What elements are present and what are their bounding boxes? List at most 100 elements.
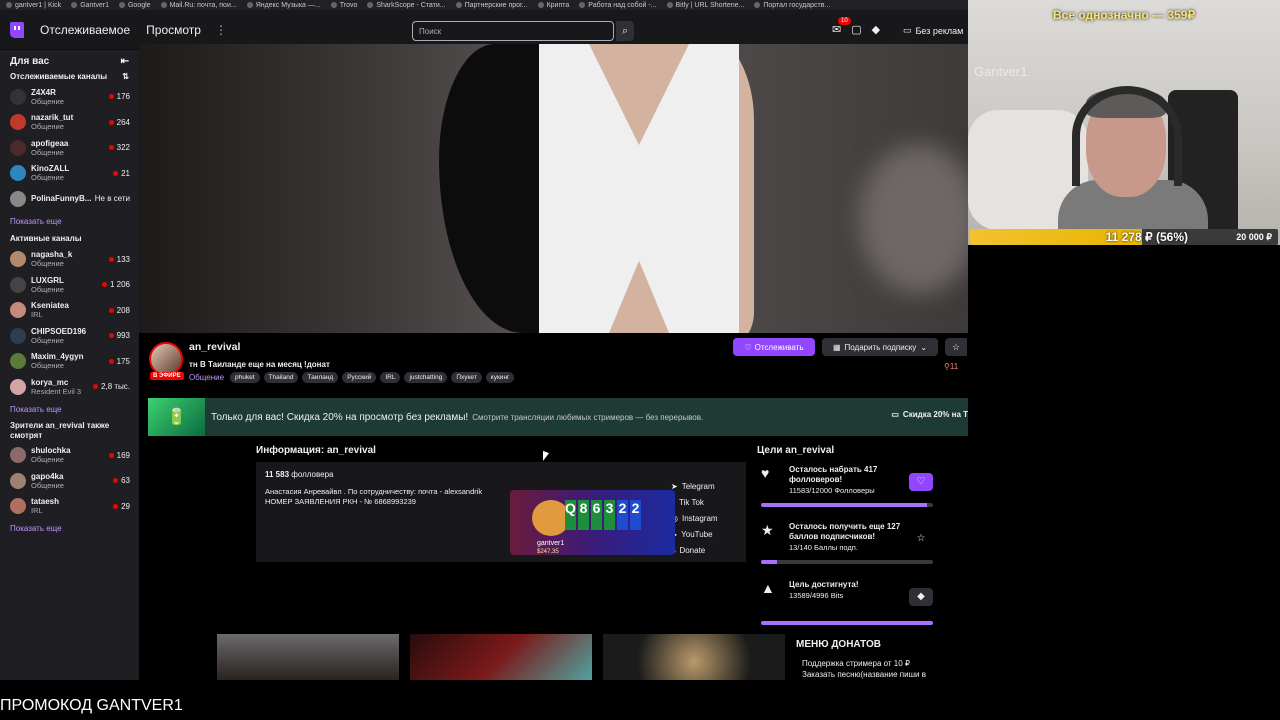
bookmark-item[interactable]: Mail.Ru: почта, пои... bbox=[160, 2, 237, 9]
sidebar-channel[interactable]: KinoZALL Общение 21 bbox=[0, 161, 139, 187]
channel-text: gapo4ka Общение bbox=[31, 472, 113, 490]
stream-title: тн В Таиланде еще на месяц !донат bbox=[189, 360, 330, 369]
donation-goal-bar: 11 278 ₽ (56%) 20 000 ₽ bbox=[970, 229, 1278, 245]
sidebar-channel[interactable]: nazarik_tut Общение 264 bbox=[0, 110, 139, 136]
show-more-active[interactable]: Показать еще bbox=[0, 400, 139, 419]
live-dot-icon bbox=[108, 307, 114, 313]
viewer-count-value: 264 bbox=[116, 117, 130, 127]
star-goal-button[interactable]: ☆ bbox=[909, 530, 933, 548]
sidebar-channel[interactable]: gapo4ka Общение 63 bbox=[0, 468, 139, 494]
sidebar-channel[interactable]: Kseniatea IRL 208 bbox=[0, 298, 139, 324]
category-link[interactable]: Общение bbox=[189, 373, 224, 382]
channel-name[interactable]: an_revival bbox=[189, 341, 240, 353]
social-link[interactable]: ➤ Telegram bbox=[671, 479, 718, 495]
channel-category: IRL bbox=[31, 506, 43, 516]
bookmark-item[interactable]: Bitly | URL Shortene... bbox=[666, 2, 744, 9]
more-icon[interactable]: ⋮ bbox=[215, 23, 227, 37]
social-link[interactable]: ▶YouTube bbox=[671, 527, 718, 543]
tag-chip[interactable]: IRL bbox=[380, 372, 401, 383]
bookmark-item[interactable]: Портал государств... bbox=[754, 2, 830, 9]
viewer-count-value: 21 bbox=[121, 168, 130, 178]
avatar bbox=[10, 302, 26, 319]
social-link[interactable]: ♪Tik Tok bbox=[671, 495, 718, 511]
avatar bbox=[10, 353, 26, 370]
tag-chip[interactable]: justchatting bbox=[404, 372, 448, 383]
bookmark-item[interactable]: Яндекс Музыка —... bbox=[246, 2, 321, 9]
bits-icon[interactable]: ◆ bbox=[872, 23, 880, 36]
bookmark-item[interactable]: Google bbox=[118, 2, 151, 9]
sidebar-channel[interactable]: apofigeaa Общение 322 bbox=[0, 135, 139, 161]
heart-goal-button[interactable]: ♡ bbox=[909, 473, 933, 491]
star-icon[interactable]: ☆ bbox=[945, 338, 967, 356]
social-link[interactable]: ◎Instagram bbox=[671, 511, 718, 527]
sort-icon[interactable]: ⇅ bbox=[122, 72, 129, 81]
tag-chip[interactable]: кукинг bbox=[485, 372, 515, 383]
bookmark-item[interactable]: Работа над собой -... bbox=[579, 2, 657, 9]
show-more-followed[interactable]: Показать еще bbox=[0, 212, 139, 231]
bookmark-icon bbox=[6, 2, 12, 8]
avatar bbox=[10, 378, 26, 395]
sidebar-channel[interactable]: nagasha_k Общение 133 bbox=[0, 247, 139, 273]
panel-image[interactable] bbox=[603, 634, 785, 680]
viewer-count: 133 bbox=[108, 255, 130, 264]
channel-avatar[interactable] bbox=[149, 342, 183, 376]
bookmark-icon bbox=[367, 2, 374, 8]
bookmark-item[interactable]: Trovo bbox=[330, 2, 357, 9]
channel-text: PolinaFunnyB... bbox=[31, 194, 95, 203]
panel-image[interactable] bbox=[217, 634, 399, 680]
tag-chip[interactable]: Пхукет bbox=[451, 372, 482, 383]
video-player[interactable] bbox=[139, 44, 968, 333]
channel-category: Resident Evil 3 bbox=[31, 386, 82, 396]
bookmark-item[interactable]: Gantver1 bbox=[71, 2, 109, 9]
bookmark-item[interactable]: Партнерские прог... bbox=[455, 2, 528, 9]
bits-goal-button[interactable]: ◆ bbox=[909, 588, 933, 606]
tag-chip[interactable]: Thailand bbox=[263, 372, 299, 383]
promo-banner[interactable]: 🔋 Только для вас! Скидка 20% на просмотр… bbox=[148, 398, 968, 436]
panel-image[interactable] bbox=[410, 634, 592, 680]
sidebar-channel[interactable]: shulochka Общение 169 bbox=[0, 443, 139, 469]
sidebar-channel[interactable]: korya_mc Resident Evil 3 2,8 тыс. bbox=[0, 374, 139, 400]
follow-button[interactable]: ♡ Отслеживать bbox=[733, 338, 815, 356]
live-dot-icon bbox=[93, 384, 99, 390]
live-dot-icon bbox=[108, 333, 114, 339]
sidebar-channel[interactable]: Z4X4R Общение 176 bbox=[0, 84, 139, 110]
channel-text: Z4X4R Общение bbox=[31, 88, 109, 106]
nav-following[interactable]: Отслеживаемое bbox=[40, 23, 130, 37]
search-icon[interactable]: ⌕ bbox=[616, 21, 634, 41]
goal-progress-bar bbox=[761, 621, 933, 625]
sidebar-channel[interactable]: PolinaFunnyB... Не в сети bbox=[0, 186, 139, 212]
adfree-button[interactable]: ▭ Без реклам bbox=[903, 25, 963, 36]
sidebar-channel[interactable]: CHIPSOED196 Общение 993 bbox=[0, 323, 139, 349]
bookmark-item[interactable]: SharkScope - Стати... bbox=[367, 2, 446, 9]
tag-chip[interactable]: Таиланд bbox=[302, 372, 339, 383]
avatar bbox=[10, 447, 26, 464]
tag-chip[interactable]: phuket bbox=[230, 372, 260, 383]
social-link[interactable]: $Donate bbox=[671, 543, 718, 559]
promo-main: Только для вас! Скидка 20% на просмотр б… bbox=[211, 411, 469, 423]
goals-heading: Цели an_revival bbox=[757, 445, 835, 456]
sidebar-channel[interactable]: tataesh IRL 29 bbox=[0, 494, 139, 520]
channel-category: Общение bbox=[31, 122, 64, 132]
viewer-count: 1 206 bbox=[101, 280, 130, 289]
gift-sub-button[interactable]: ▦ Подарить подписку ⌄ bbox=[822, 338, 938, 356]
avatar bbox=[10, 472, 26, 489]
bookmark-item[interactable]: gantver1 | Kick bbox=[6, 2, 61, 9]
collapse-icon[interactable]: ⇤ bbox=[121, 56, 129, 67]
nav-browse[interactable]: Просмотр bbox=[146, 23, 201, 37]
search-input[interactable]: Поиск bbox=[412, 21, 614, 41]
whispers-icon[interactable]: ▢ bbox=[851, 23, 861, 36]
viewer-count-value: 176 bbox=[116, 92, 130, 102]
show-more-also[interactable]: Показать еще bbox=[0, 519, 139, 538]
tag-chip[interactable]: Русский bbox=[342, 372, 377, 383]
social-links: ➤Telegram♪Tik Tok◎Instagram▶YouTube$Dona… bbox=[671, 479, 718, 559]
sidebar-channel[interactable]: LUXGRL Общение 1 206 bbox=[0, 272, 139, 298]
sidebar-channel[interactable]: Maxim_4ygyn Общение 175 bbox=[0, 349, 139, 375]
viewer-count: 29 bbox=[113, 502, 130, 511]
bookmark-label: Крипта bbox=[546, 1, 570, 9]
inbox-icon[interactable]: ✉ 10 bbox=[832, 17, 851, 36]
goal-sub: 13/140 Баллы подп. bbox=[789, 543, 858, 552]
bookmark-item[interactable]: Крипта bbox=[537, 1, 570, 9]
promo-offer-button[interactable]: ▭ Скидка 20% на Т bbox=[891, 410, 968, 419]
cam-title: Все однозначно — 359₽ bbox=[1052, 8, 1195, 22]
twitch-logo-icon[interactable] bbox=[10, 21, 24, 38]
